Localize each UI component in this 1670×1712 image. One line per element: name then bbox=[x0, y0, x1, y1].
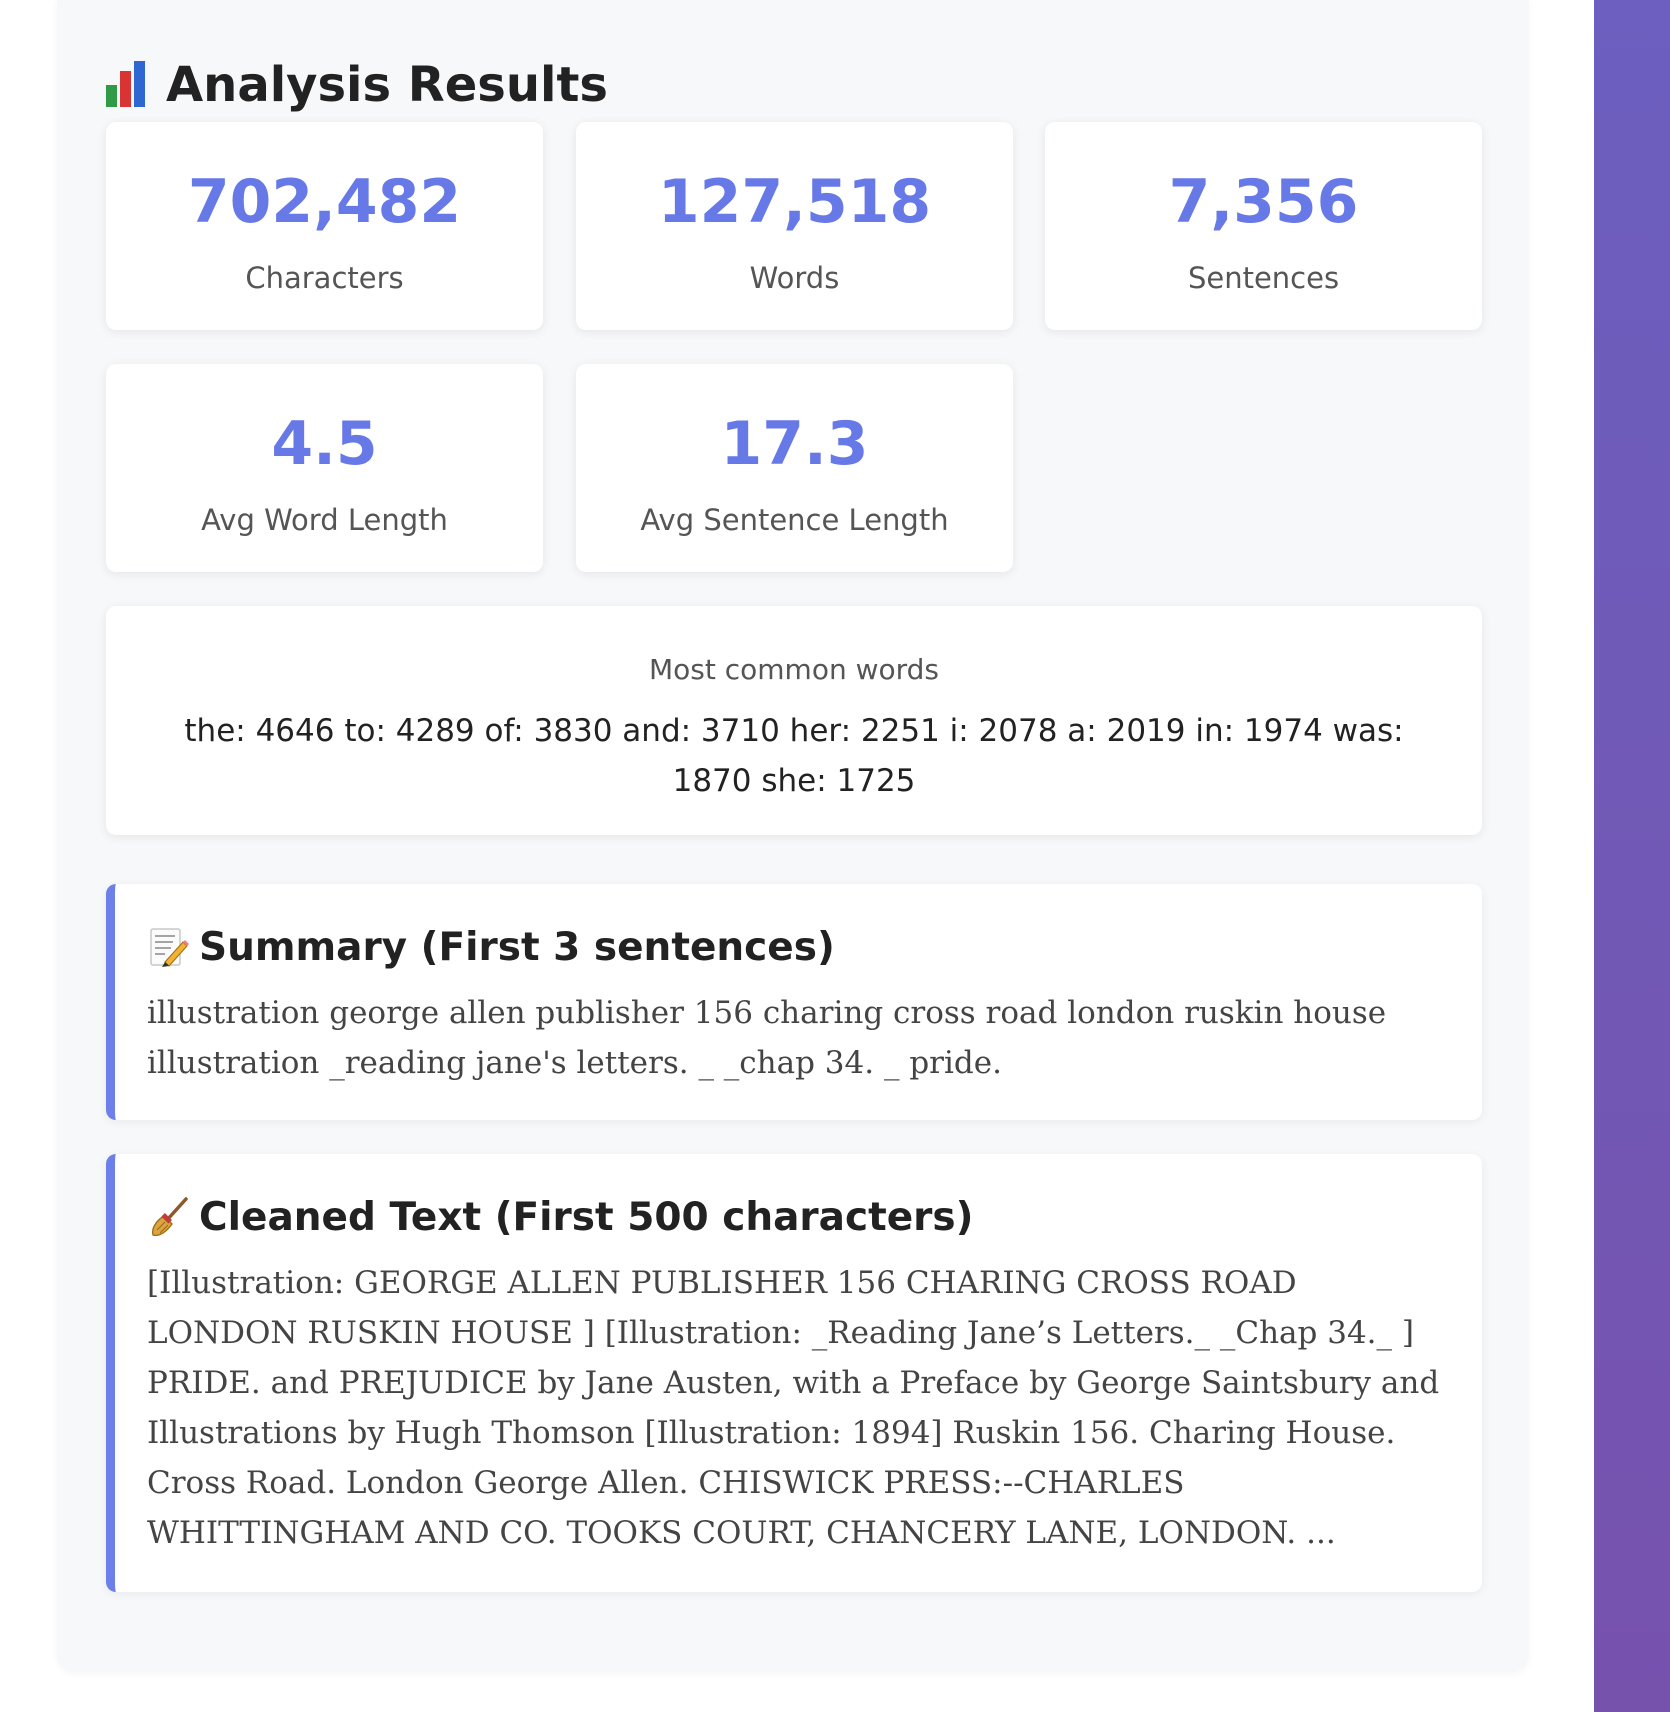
stat-label: Sentences bbox=[1187, 261, 1340, 295]
stat-card-characters: 702,482 Characters bbox=[106, 122, 543, 330]
stat-card-avg-word-length: 4.5 Avg Word Length bbox=[106, 364, 543, 572]
stat-value: 7,356 bbox=[1168, 167, 1359, 237]
summary-section: Summary (First 3 sentences) illustration… bbox=[106, 884, 1482, 1120]
stat-value: 4.5 bbox=[271, 409, 378, 479]
purple-background-band bbox=[1594, 0, 1670, 1712]
common-words-list: the: 4646 to: 4289 of: 3830 and: 3710 he… bbox=[184, 713, 1404, 799]
bar-chart-icon bbox=[106, 61, 148, 109]
broom-icon bbox=[147, 1196, 189, 1238]
stat-value: 702,482 bbox=[187, 167, 462, 237]
stat-label: Avg Sentence Length bbox=[640, 503, 949, 537]
stat-value: 127,518 bbox=[657, 167, 932, 237]
stat-label: Words bbox=[749, 261, 840, 295]
cleaned-text-title: Cleaned Text (First 500 characters) bbox=[199, 1194, 974, 1240]
stat-card-sentences: 7,356 Sentences bbox=[1045, 122, 1482, 330]
summary-text: illustration george allen publisher 156 … bbox=[147, 995, 1387, 1081]
summary-heading: Summary (First 3 sentences) bbox=[147, 918, 1450, 976]
page: Analysis Results 702,482 Characters 127,… bbox=[0, 0, 1670, 1712]
results-heading: Analysis Results bbox=[106, 50, 608, 120]
cleaned-text-heading: Cleaned Text (First 500 characters) bbox=[147, 1188, 1450, 1246]
cleaned-text-body: [Illustration: GEORGE ALLEN PUBLISHER 15… bbox=[147, 1265, 1440, 1551]
cleaned-text-section: Cleaned Text (First 500 characters) [Ill… bbox=[106, 1154, 1482, 1592]
stat-card-words: 127,518 Words bbox=[576, 122, 1013, 330]
stat-label: Characters bbox=[245, 261, 404, 295]
summary-title: Summary (First 3 sentences) bbox=[199, 924, 835, 970]
memo-icon bbox=[147, 926, 189, 968]
common-words-title: Most common words bbox=[648, 653, 940, 686]
stat-value: 17.3 bbox=[720, 409, 869, 479]
stat-label: Avg Word Length bbox=[201, 503, 448, 537]
stat-card-avg-sentence-length: 17.3 Avg Sentence Length bbox=[576, 364, 1013, 572]
most-common-words-card: Most common words the: 4646 to: 4289 of:… bbox=[106, 606, 1482, 835]
results-title: Analysis Results bbox=[166, 57, 608, 113]
